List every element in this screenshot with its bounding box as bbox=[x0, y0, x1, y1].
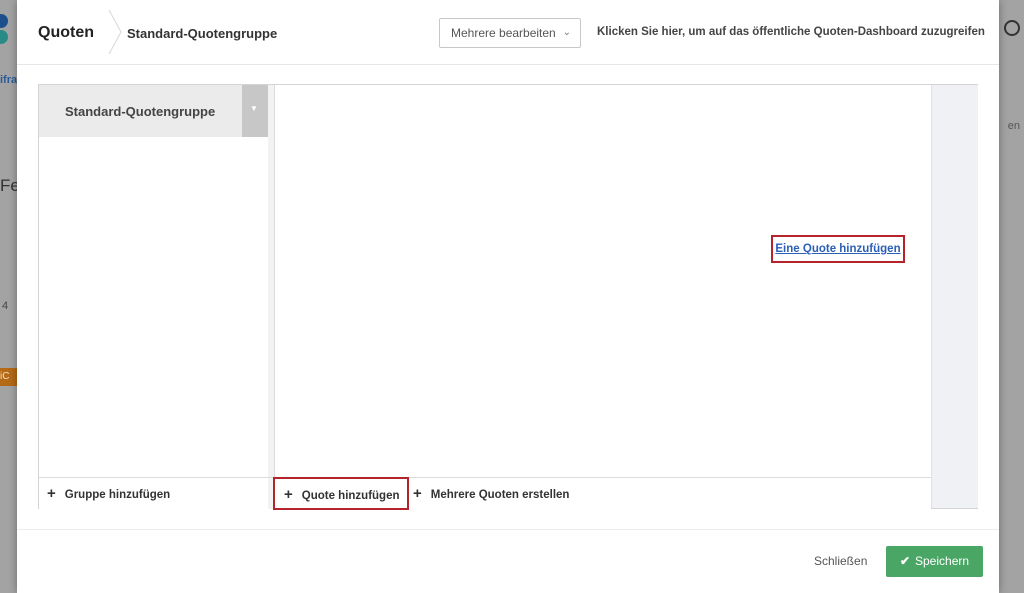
multi-edit-label: Mehrere bearbeiten bbox=[451, 26, 556, 40]
close-button[interactable]: Schließen bbox=[814, 554, 867, 568]
quota-area: Eine Quote hinzufügen bbox=[275, 85, 931, 477]
quota-group-item[interactable]: Standard-Quotengruppe ▼ bbox=[39, 85, 268, 137]
add-group-button[interactable]: + Gruppe hinzufügen bbox=[47, 478, 267, 509]
background-left-strip bbox=[0, 0, 18, 593]
quota-modal: Quoten Standard-Quotengruppe Mehrere bea… bbox=[17, 0, 999, 593]
breadcrumb[interactable]: Standard-Quotengruppe bbox=[127, 26, 277, 41]
plus-icon: + bbox=[413, 485, 422, 502]
side-gutter bbox=[931, 85, 978, 508]
public-dashboard-link[interactable]: Klicken Sie hier, um auf das öffentliche… bbox=[597, 26, 985, 38]
add-multiple-quotas-button[interactable]: + Mehrere Quoten erstellen bbox=[413, 478, 569, 509]
add-group-label: Gruppe hinzufügen bbox=[64, 489, 171, 501]
background-tab-fragment: ifra bbox=[0, 74, 18, 86]
plus-icon: + bbox=[284, 486, 293, 503]
save-button[interactable]: ✔ Speichern bbox=[886, 546, 983, 577]
background-button-fragment: en bbox=[1007, 120, 1020, 132]
add-quote-link[interactable]: Eine Quote hinzufügen bbox=[771, 235, 905, 263]
footer-divider bbox=[17, 529, 999, 530]
column-divider bbox=[268, 85, 275, 477]
add-quote-label: Quote hinzufügen bbox=[301, 490, 400, 502]
background-right-strip bbox=[998, 0, 1024, 593]
add-multiple-label: Mehrere Quoten erstellen bbox=[430, 489, 570, 501]
modal-title: Quoten bbox=[38, 24, 94, 41]
panel-action-bar: + Gruppe hinzufügen + Quote hinzufügen + Me… bbox=[39, 477, 931, 510]
plus-icon: + bbox=[47, 485, 56, 502]
add-quote-button[interactable]: + Quote hinzufügen bbox=[273, 477, 409, 510]
user-icon bbox=[1004, 20, 1020, 36]
modal-header: Quoten Standard-Quotengruppe Mehrere bea… bbox=[17, 0, 999, 65]
background-badge-fragment: iC bbox=[0, 368, 18, 386]
chevron-down-icon: ▼ bbox=[250, 104, 258, 113]
group-options-dropdown[interactable]: ▼ bbox=[242, 85, 268, 137]
quota-group-list: Standard-Quotengruppe ▼ bbox=[39, 85, 269, 477]
save-label: Speichern bbox=[915, 554, 970, 568]
quota-group-label: Standard-Quotengruppe bbox=[65, 104, 216, 119]
background-number-fragment: 4 bbox=[2, 300, 9, 312]
quota-editor-panel: Standard-Quotengruppe ▼ Eine Quote hinzu… bbox=[38, 84, 978, 510]
chevron-down-icon: ⌄ bbox=[562, 27, 571, 38]
multi-edit-dropdown[interactable]: Mehrere bearbeiten ⌄ bbox=[439, 18, 581, 48]
check-icon: ✔ bbox=[899, 554, 910, 568]
breadcrumb-chevron-icon bbox=[108, 10, 122, 54]
